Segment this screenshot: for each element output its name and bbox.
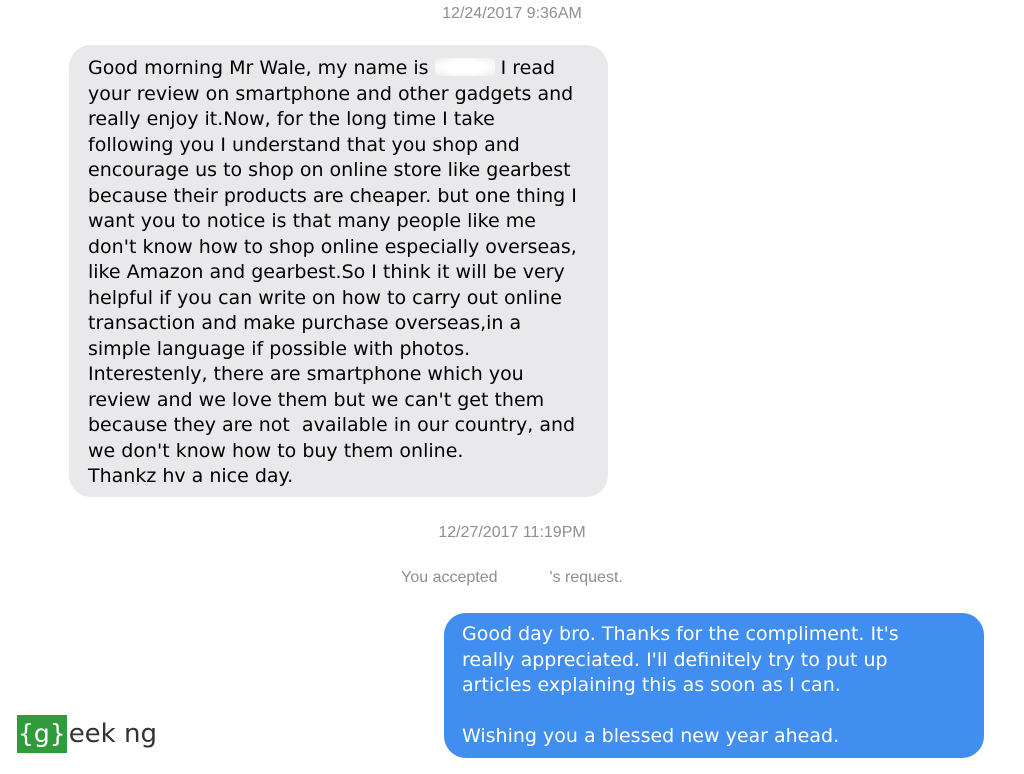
message-timestamp: 12/27/2017 11:19PM: [438, 524, 586, 541]
note-text-start: You accepted: [401, 569, 498, 586]
outgoing-message-text: Good day bro. Thanks for the compliment.…: [462, 623, 899, 747]
incoming-message-text-rest: I read your review on smartphone and oth…: [88, 57, 577, 487]
logo-bracket-mark: {g}: [17, 715, 67, 753]
incoming-message-bubble[interactable]: Good morning Mr Wale, my name is I read …: [69, 45, 608, 497]
incoming-message-text-start: Good morning Mr Wale, my name is: [88, 57, 435, 79]
message-timestamp: 12/24/2017 9:36AM: [442, 5, 582, 22]
geek-ng-logo: {g} eek ng: [17, 714, 157, 754]
outgoing-message-bubble[interactable]: Good day bro. Thanks for the compliment.…: [444, 613, 984, 758]
request-accepted-note: You accepted 's request.: [0, 569, 1024, 587]
logo-wordmark: eek ng: [68, 719, 157, 749]
message-thread: 12/24/2017 9:36AM Good morning Mr Wale, …: [0, 0, 1024, 774]
redacted-name: [434, 58, 495, 76]
note-text-end: 's request.: [549, 569, 623, 586]
